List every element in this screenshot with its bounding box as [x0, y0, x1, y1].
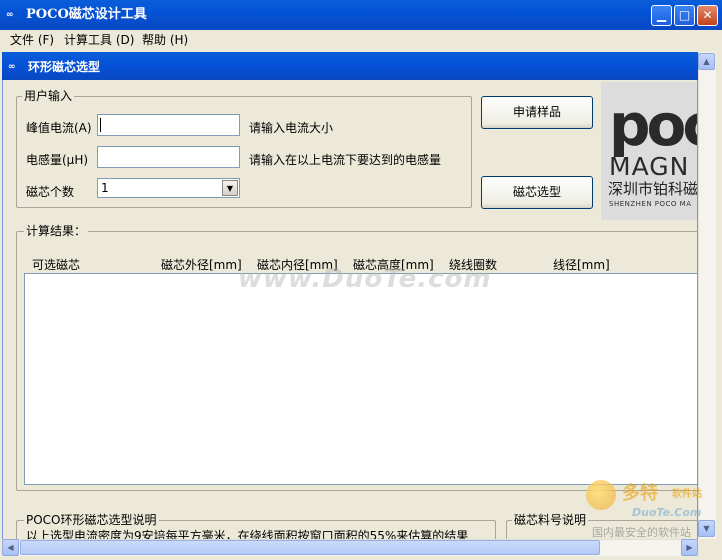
inductance-input[interactable] — [97, 146, 240, 168]
company-logo: poc MAGN 深圳市铂科磁 SHENZHEN POCO MA — [601, 82, 697, 220]
chevron-down-icon[interactable]: ▼ — [222, 180, 238, 196]
logo-english-name: SHENZHEN POCO MA — [609, 200, 692, 208]
minimize-icon: ▁ — [656, 8, 667, 22]
watermark-logo — [586, 480, 616, 510]
peak-current-input[interactable] — [97, 114, 240, 136]
child-title-bar — [2, 52, 698, 80]
watermark-corner-slogan: 国内最安全的软件站 — [592, 526, 691, 539]
request-sample-button[interactable]: 申请样品 — [481, 96, 593, 129]
text-caret — [100, 118, 101, 132]
watermark-text: www.DuoTe.com — [238, 264, 492, 294]
arrow-left-icon[interactable]: ◀ — [2, 539, 19, 556]
menu-help[interactable]: 帮助 (H) — [142, 32, 188, 48]
column-header[interactable]: 线径[mm] — [553, 258, 610, 272]
child-window-title: 环形磁芯选型 — [28, 60, 101, 74]
menu-file[interactable]: 文件 (F) — [10, 32, 54, 48]
core-count-label: 磁芯个数 — [26, 185, 75, 199]
watermark-corner-cn: 多特 — [622, 483, 658, 504]
maximize-button[interactable]: □ — [674, 5, 695, 26]
peak-current-label: 峰值电流(A) — [26, 121, 92, 135]
description-group-label: POCO环形磁芯选型说明 — [24, 513, 159, 527]
close-icon: ✕ — [702, 8, 713, 22]
logo-brand: MAGN — [609, 152, 690, 181]
arrow-up-icon[interactable]: ▲ — [698, 53, 715, 70]
vertical-scrollbar[interactable] — [698, 52, 716, 539]
user-input-group — [16, 96, 472, 208]
watermark-corner-en: DuoTe.Com — [632, 506, 702, 519]
material-group-label: 磁芯料号说明 — [512, 513, 589, 527]
column-header[interactable]: 可选磁芯 — [32, 258, 80, 272]
close-button[interactable]: ✕ — [697, 5, 718, 26]
user-input-group-label: 用户输入 — [22, 89, 75, 103]
inductance-hint: 请输入在以上电流下要达到的电感量 — [249, 153, 442, 167]
watermark-corner-sub: 软件站 — [672, 489, 702, 500]
core-count-value: 1 — [101, 181, 109, 195]
logo-chinese-name: 深圳市铂科磁 — [608, 180, 697, 198]
app-icon: ∞ — [6, 10, 14, 20]
inductance-label: 电感量(µH) — [26, 153, 89, 167]
logo-mark: poc — [609, 91, 697, 159]
maximize-icon: □ — [678, 8, 691, 22]
arrow-right-icon[interactable]: ▶ — [681, 539, 698, 556]
description-text: 以上选型电流密度为9安培每平方毫米，在绕线面积按窗口面积的55%来估算的结果 — [26, 529, 469, 539]
results-list[interactable] — [24, 273, 698, 485]
results-group-label: 计算结果： — [24, 224, 89, 238]
column-header[interactable]: 磁芯外径[mm] — [161, 258, 242, 272]
child-window-icon: ∞ — [8, 62, 16, 72]
window-title: POCO磁芯设计工具 — [26, 7, 147, 22]
core-select-button[interactable]: 磁芯选型 — [481, 176, 593, 209]
core-count-select[interactable]: 1 ▼ — [97, 178, 240, 198]
menu-calc-tools[interactable]: 计算工具 (D) — [64, 32, 134, 48]
scrollbar-thumb[interactable] — [20, 540, 600, 555]
peak-current-hint: 请输入电流大小 — [249, 121, 334, 135]
arrow-down-icon[interactable]: ▼ — [698, 520, 715, 537]
minimize-button[interactable]: ▁ — [651, 5, 672, 26]
